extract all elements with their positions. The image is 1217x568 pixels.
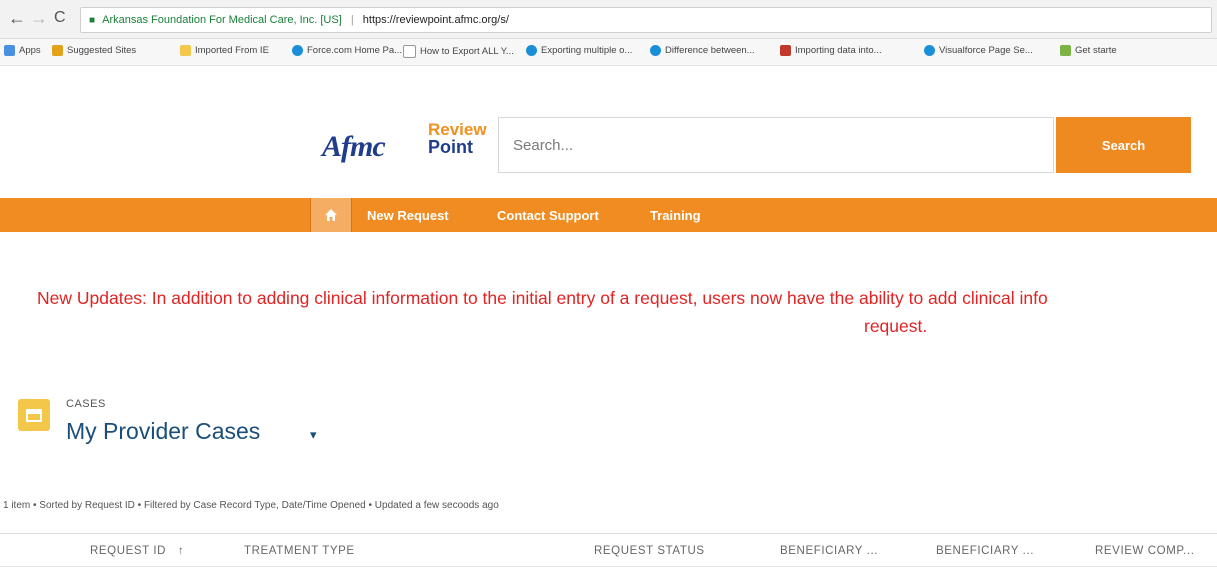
bookmark-difference-between[interactable]: Difference between... (650, 45, 755, 56)
browser-address-bar: ← → C ■ Arkansas Foundation For Medical … (0, 0, 1217, 39)
home-tab[interactable] (310, 198, 352, 232)
bookmark-exporting-multiple[interactable]: Exporting multiple o... (526, 45, 632, 56)
table-header-row: REQUEST ID ↑ TREATMENT TYPE REQUEST STAT… (0, 533, 1217, 567)
sort-ascending-icon: ↑ (177, 545, 185, 557)
column-header-request-id[interactable]: REQUEST ID ↑ (90, 534, 184, 568)
site-identity: Arkansas Foundation For Medical Care, In… (102, 14, 342, 26)
bookmark-importing-data[interactable]: Importing data into... (780, 45, 882, 56)
nav-contact-support[interactable]: Contact Support (497, 198, 599, 232)
cloud-icon (924, 45, 935, 56)
afmc-reviewpoint-logo[interactable]: Afmc Review Point (322, 120, 497, 172)
home-icon (325, 209, 337, 222)
url-bar[interactable]: ■ Arkansas Foundation For Medical Care, … (80, 7, 1212, 33)
column-header-request-status[interactable]: REQUEST STATUS (594, 534, 705, 568)
list-view-dropdown-icon[interactable]: ▾ (310, 427, 317, 443)
cloud-icon (650, 45, 661, 56)
bookmark-visualforce-page[interactable]: Visualforce Page Se... (924, 45, 1033, 56)
bookmark-suggested-sites[interactable]: Suggested Sites (52, 45, 136, 56)
page-icon (403, 45, 416, 58)
bookmark-how-to-export[interactable]: How to Export ALL Y... (403, 45, 514, 58)
forward-arrow-icon[interactable]: → (30, 8, 48, 28)
lock-icon: ■ (89, 15, 96, 26)
banner-text-line1: New Updates: In addition to adding clini… (37, 288, 1048, 308)
logo-afmc-text: Afmc (322, 130, 386, 163)
bookmark-imported-from-ie[interactable]: Imported From IE (180, 45, 269, 56)
nav-training[interactable]: Training (650, 198, 701, 232)
list-view-meta: 1 item • Sorted by Request ID • Filtered… (3, 500, 499, 511)
amazon-icon (780, 45, 791, 56)
column-header-beneficiary-1[interactable]: BENEFICIARY ... (780, 534, 878, 568)
column-header-treatment-type[interactable]: TREATMENT TYPE (244, 534, 355, 568)
list-view-title: My Provider Cases (66, 418, 261, 444)
windows-icon (1060, 45, 1071, 56)
object-label: CASES (66, 398, 106, 410)
bookmark-force-home[interactable]: Force.com Home Pa... (292, 45, 402, 56)
column-header-review-comp[interactable]: REVIEW COMP... (1095, 534, 1195, 568)
bookmarks-bar: Apps Suggested Sites Imported From IE Fo… (0, 39, 1217, 66)
column-header-beneficiary-2[interactable]: BENEFICIARY ... (936, 534, 1034, 568)
main-nav-bar: New Request Contact Support Training (0, 198, 1217, 232)
logo-point-text: Point (428, 137, 473, 157)
cloud-icon (526, 45, 537, 56)
search-button[interactable]: Search (1056, 117, 1191, 173)
folder-icon (180, 45, 191, 56)
reload-icon[interactable]: C (54, 8, 66, 28)
folder-icon (52, 45, 63, 56)
search-input[interactable] (498, 117, 1054, 173)
updates-banner: New Updates: In addition to adding clini… (0, 284, 1217, 344)
banner-text-line2: request. (864, 316, 928, 336)
back-arrow-icon[interactable]: ← (8, 8, 26, 28)
url-text[interactable]: https://reviewpoint.afmc.org/s/ (363, 14, 509, 26)
bookmark-get-started[interactable]: Get starte (1060, 45, 1117, 56)
cases-icon (18, 399, 50, 431)
apps-grid-icon (4, 45, 15, 56)
nav-new-request[interactable]: New Request (367, 198, 449, 232)
bookmark-apps[interactable]: Apps (4, 45, 41, 56)
cloud-icon (292, 45, 303, 56)
